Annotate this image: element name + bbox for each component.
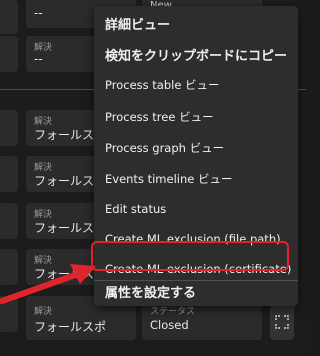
menu-item-edit-status[interactable]: Edit status [94,195,298,223]
highlight-box [91,241,289,271]
resolution-value: フォールスポ [34,320,107,334]
menu-item-copy-detection[interactable]: 検知をクリップボードにコピー [94,40,298,68]
row-stub [0,203,18,239]
status-value: Closed [150,318,189,332]
row-stub [0,36,18,72]
menu-item-process-table[interactable]: Process table ビュー [94,71,298,99]
menu-item-events-timeline[interactable]: Events timeline ビュー [94,165,298,193]
row-stub [0,110,18,146]
menu-item-detail-view[interactable]: 詳細ビュー [94,9,298,37]
expand-icon[interactable] [270,304,294,340]
menu-item-process-graph[interactable]: Process graph ビュー [94,134,298,162]
expand-icon-glyph [275,315,289,329]
row-stub [0,156,18,192]
menu-item-set-attributes[interactable]: 属性を設定する [94,277,298,306]
resolution-value: -- [34,6,43,20]
menu-item-process-tree[interactable]: Process tree ビュー [94,103,298,131]
resolution-value: -- [34,52,43,66]
row-stub [0,0,18,34]
pointer-arrow-icon [0,264,96,304]
